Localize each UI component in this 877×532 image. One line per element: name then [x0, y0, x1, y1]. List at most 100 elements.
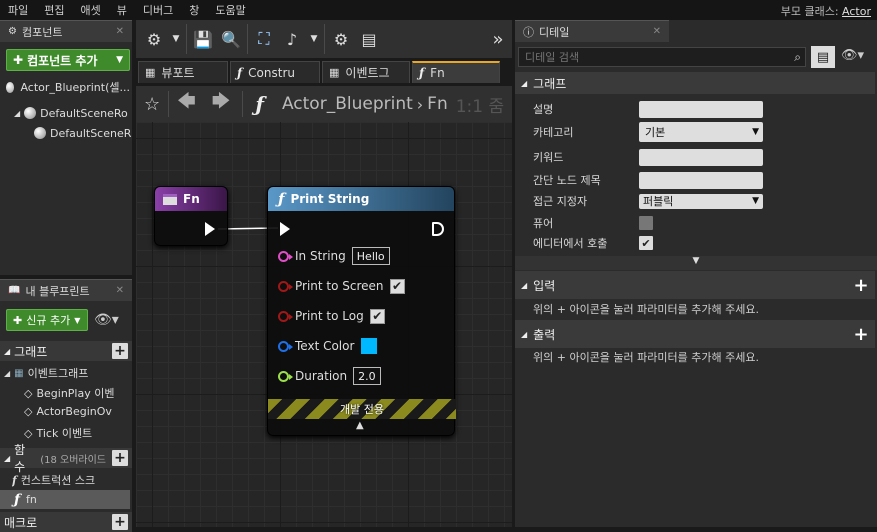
- list-view-icon[interactable]: ▤: [811, 46, 835, 68]
- exec-in-pin[interactable]: [280, 222, 290, 236]
- details-search[interactable]: ⌕: [518, 47, 806, 67]
- chevron-down-icon[interactable]: ▼: [168, 25, 184, 53]
- component-item[interactable]: ◢ DefaultSceneRo: [14, 104, 132, 122]
- pin-text-color[interactable]: Text Color: [268, 331, 456, 361]
- my-blueprint-tab[interactable]: 📖 내 블루프린트 ✕: [0, 279, 132, 301]
- expand-icon[interactable]: ◢: [14, 109, 20, 118]
- find-icon[interactable]: ⛶: [250, 25, 278, 53]
- function-entry-node[interactable]: Fn: [154, 186, 228, 246]
- graph-canvas[interactable]: Fn ƒ Print String In String Hello Print …: [136, 122, 512, 527]
- access-row: 접근 지정자 퍼블릭 ▼: [515, 190, 875, 212]
- pin-in-string[interactable]: In String Hello: [268, 241, 456, 271]
- advanced-toggle[interactable]: ▼: [515, 256, 877, 270]
- call-in-editor-checkbox[interactable]: ✔: [639, 236, 653, 250]
- save-icon[interactable]: 💾: [189, 25, 217, 53]
- menu-edit[interactable]: 편집: [36, 2, 72, 18]
- back-icon[interactable]: 🡄: [177, 89, 196, 119]
- print-node-header: ƒ Print String: [268, 187, 454, 211]
- component-item-label: DefaultSceneRo: [40, 106, 128, 120]
- more-icon[interactable]: »: [484, 25, 512, 53]
- close-icon[interactable]: ✕: [116, 26, 124, 37]
- pin-print-to-log[interactable]: Print to Log ✔: [268, 301, 456, 331]
- add-input-button[interactable]: +: [853, 275, 869, 296]
- event-item[interactable]: ◇ BeginPlay 이벤: [24, 385, 132, 401]
- graph-section[interactable]: ◢ 그래프 +: [0, 341, 132, 361]
- print-to-log-checkbox[interactable]: ✔: [369, 308, 385, 324]
- menu-window[interactable]: 창: [181, 2, 207, 18]
- compile-icon[interactable]: ⚙: [140, 25, 168, 53]
- details-search-input[interactable]: [525, 50, 785, 64]
- class-settings-icon[interactable]: ⚙: [327, 25, 355, 53]
- tab-event-graph[interactable]: ▦ 이벤트그: [322, 61, 410, 83]
- add-new-button[interactable]: ✚ 신규 추가 ▼: [6, 309, 88, 331]
- outputs-category[interactable]: ◢ 출력 +: [515, 320, 875, 348]
- breadcrumb-function[interactable]: Fn: [427, 94, 448, 114]
- expand-icon: ◢: [521, 78, 528, 88]
- close-icon[interactable]: ✕: [116, 285, 124, 296]
- forward-icon[interactable]: 🡆: [212, 89, 231, 119]
- component-item[interactable]: DefaultSceneR: [34, 124, 132, 142]
- class-defaults-icon[interactable]: ▤: [355, 25, 383, 53]
- macros-section[interactable]: 매크로 +: [0, 512, 132, 532]
- pin-print-to-screen[interactable]: Print to Screen ✔: [268, 271, 456, 301]
- menu-file[interactable]: 파일: [0, 2, 36, 18]
- star-icon[interactable]: ☆: [144, 94, 160, 115]
- browse-icon[interactable]: 🔍: [217, 25, 245, 53]
- inputs-category[interactable]: ◢ 입력 +: [515, 271, 875, 299]
- functions-section[interactable]: ◢ 함수 (18 오버라이드 +: [0, 443, 132, 474]
- text-color-swatch[interactable]: [360, 337, 379, 355]
- print-string-node[interactable]: ƒ Print String In String Hello Print to …: [267, 186, 456, 436]
- close-icon[interactable]: ✕: [653, 26, 661, 37]
- in-string-input[interactable]: Hello: [351, 247, 390, 265]
- tab-label: 이벤트그: [345, 66, 390, 80]
- access-combo[interactable]: 퍼블릭 ▼: [639, 193, 763, 209]
- desc-input[interactable]: [639, 100, 763, 118]
- parent-class-link[interactable]: Actor: [842, 5, 871, 18]
- components-panel: ⚙ 컴포넌트 ✕ ✚ 컴포넌트 추가 ▼ Actor_Blueprint(셀..…: [0, 20, 132, 275]
- eye-icon[interactable]: 👁▾: [94, 312, 119, 328]
- details-tab[interactable]: ⓘ 디테일 ✕: [515, 20, 669, 42]
- pin-label: Duration: [295, 369, 348, 383]
- event-item[interactable]: ◇ Tick 이벤트: [24, 425, 132, 441]
- duration-input[interactable]: 2.0: [353, 367, 381, 385]
- breadcrumb-blueprint[interactable]: Actor_Blueprint: [282, 94, 413, 114]
- category-combo[interactable]: 기본 ▼: [639, 122, 763, 142]
- add-output-button[interactable]: +: [853, 324, 869, 345]
- compact-title-input[interactable]: [639, 171, 763, 189]
- tab-construction[interactable]: ƒ Constru: [230, 61, 320, 83]
- function-item-selected[interactable]: ƒ fn: [0, 490, 130, 509]
- menu-asset[interactable]: 애셋: [73, 2, 109, 18]
- pin-duration[interactable]: Duration 2.0: [268, 361, 456, 391]
- event-icon: ◇: [24, 426, 33, 440]
- tab-viewport[interactable]: ▦ 뷰포트: [138, 61, 228, 83]
- breadcrumb-separator: [242, 91, 244, 117]
- exec-out-pin[interactable]: [205, 222, 215, 236]
- add-function-button[interactable]: +: [112, 450, 129, 466]
- event-label: Tick 이벤트: [36, 427, 93, 440]
- keywords-input[interactable]: [639, 148, 763, 166]
- menu-help[interactable]: 도움말: [207, 2, 253, 18]
- expand-arrow-icon[interactable]: ▲: [356, 420, 364, 431]
- compact-title-label: 간단 노드 제목: [533, 174, 601, 187]
- event-graph-item[interactable]: ◢ ▦ 이벤트그래프: [4, 365, 132, 381]
- exec-out-pin[interactable]: [432, 222, 444, 236]
- graph-category[interactable]: ◢ 그래프: [515, 72, 875, 94]
- print-to-screen-checkbox[interactable]: ✔: [389, 278, 405, 294]
- add-macro-button[interactable]: +: [112, 514, 128, 530]
- string-pin-icon: [278, 250, 293, 262]
- event-item[interactable]: ◇ ActorBeginOv: [24, 405, 132, 418]
- function-item[interactable]: ƒ 컨스트럭션 스크: [12, 472, 132, 488]
- add-graph-button[interactable]: +: [112, 343, 128, 359]
- tab-fn[interactable]: ƒ Fn: [412, 61, 500, 83]
- chevron-down-icon[interactable]: ▼: [306, 25, 322, 53]
- components-tab[interactable]: ⚙ 컴포넌트 ✕: [0, 20, 132, 42]
- pure-checkbox[interactable]: [639, 216, 653, 230]
- hide-pins-icon[interactable]: ♪: [278, 25, 306, 53]
- breadcrumb-separator: [168, 91, 170, 117]
- eye-icon[interactable]: 👁▾: [841, 48, 864, 63]
- add-component-button[interactable]: ✚ 컴포넌트 추가 ▼: [6, 49, 130, 71]
- menu-debug[interactable]: 디버그: [135, 2, 181, 18]
- component-root[interactable]: Actor_Blueprint(셀...: [6, 78, 130, 96]
- menu-view[interactable]: 뷰: [109, 2, 135, 18]
- zoom-level: 1:1 줌: [455, 96, 505, 117]
